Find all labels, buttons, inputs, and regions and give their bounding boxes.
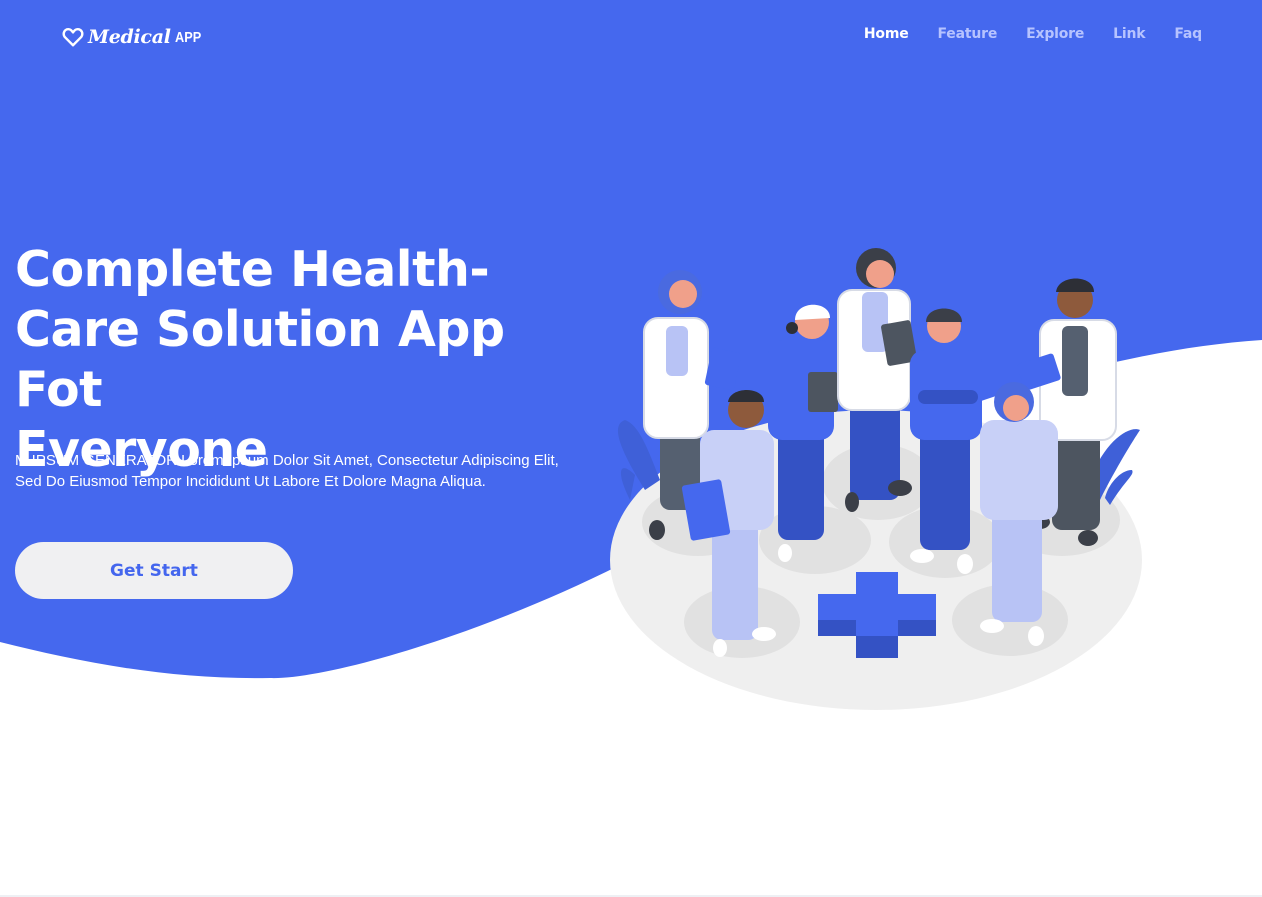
hero-headline: Complete Health- Care Solution App Fot E… [15,240,605,480]
hero-description: M IPSUM GENERATOR Lorem Ipsum Dolor Sit … [15,450,575,492]
nav-link-feature[interactable]: Feature [938,26,998,42]
hero-headline-line: Complete Health- [15,241,490,298]
get-start-button[interactable]: Get Start [15,542,293,599]
hero-description-line: M IPSUM GENERATOR Lorem Ipsum Dolor Sit … [15,452,559,469]
brand-logo[interactable]: Medical APP [62,26,205,48]
nav-link-faq[interactable]: Faq [1174,26,1202,42]
brand-name: Medical [88,26,171,48]
nav-link-home[interactable]: Home [864,26,909,42]
hero-description-line: Sed Do Eiusmod Tempor Incididunt Ut Labo… [15,473,486,490]
nav-link-explore[interactable]: Explore [1026,26,1084,42]
hero-headline-line: Care Solution App Fot [15,301,505,418]
brand-suffix: APP [174,28,201,46]
nav-link-link[interactable]: Link [1113,26,1145,42]
medical-team-illustration [610,248,1142,710]
heart-icon [62,28,84,47]
main-nav: Home Feature Explore Link Faq [864,26,1202,42]
